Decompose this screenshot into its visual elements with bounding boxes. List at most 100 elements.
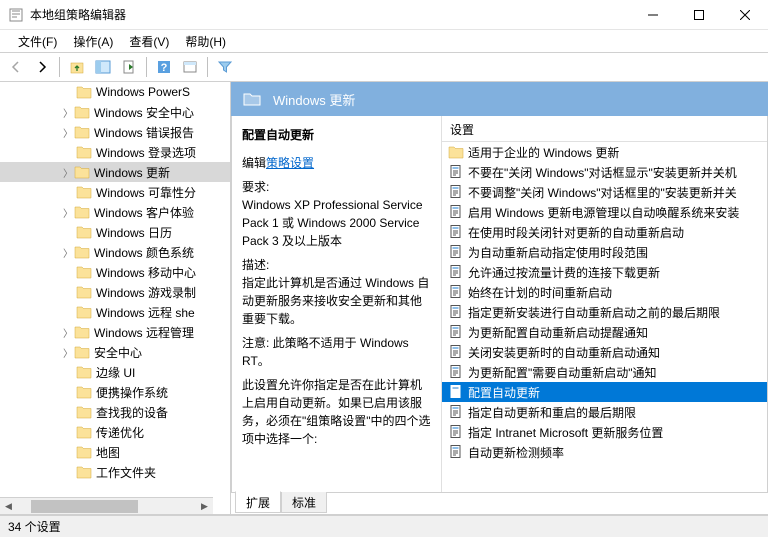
requirements-label: 要求: xyxy=(242,178,433,196)
note-text: 注意: 此策略不适用于 Windows RT。 xyxy=(242,334,433,370)
chevron-right-icon[interactable]: 〉 xyxy=(62,105,74,120)
setting-item[interactable]: 始终在计划的时间重新启动 xyxy=(442,282,767,302)
setting-item-label: 始终在计划的时间重新启动 xyxy=(468,284,612,301)
setting-item[interactable]: 适用于企业的 Windows 更新 xyxy=(442,142,767,162)
policy-icon xyxy=(448,204,464,220)
setting-item[interactable]: 为更新配置自动重新启动提醒通知 xyxy=(442,322,767,342)
tree-item-label: 边缘 UI xyxy=(96,364,135,381)
folder-icon xyxy=(76,85,92,99)
setting-item[interactable]: 关闭安装更新时的自动重新启动通知 xyxy=(442,342,767,362)
forward-button[interactable] xyxy=(30,55,54,79)
folder-icon xyxy=(76,145,92,159)
chevron-right-icon[interactable]: 〉 xyxy=(62,345,74,360)
tree-item[interactable]: 边缘 UI xyxy=(0,362,230,382)
tree-item-label: Windows 移动中心 xyxy=(96,264,196,281)
show-hide-tree-button[interactable] xyxy=(91,55,115,79)
setting-item-label: 指定更新安装进行自动重新启动之前的最后期限 xyxy=(468,304,720,321)
chevron-right-icon[interactable]: 〉 xyxy=(62,125,74,140)
chevron-right-icon[interactable]: 〉 xyxy=(62,165,74,180)
policy-icon xyxy=(448,284,464,300)
chevron-right-icon[interactable]: 〉 xyxy=(62,325,74,340)
policy-icon xyxy=(448,264,464,280)
folder-icon xyxy=(76,225,92,239)
tree-item[interactable]: 〉 Windows 客户体验 xyxy=(0,202,230,222)
export-button[interactable] xyxy=(117,55,141,79)
tab-extended[interactable]: 扩展 xyxy=(235,491,281,513)
tree-item[interactable]: Windows 可靠性分 xyxy=(0,182,230,202)
tree-item-label: 地图 xyxy=(96,444,120,461)
setting-item[interactable]: 为更新配置"需要自动重新启动"通知 xyxy=(442,362,767,382)
setting-item[interactable]: 在使用时段关闭针对更新的自动重新启动 xyxy=(442,222,767,242)
setting-item[interactable]: 指定自动更新和重启的最后期限 xyxy=(442,402,767,422)
setting-item[interactable]: 不要在"关闭 Windows"对话框显示"安装更新并关机 xyxy=(442,162,767,182)
main-area: Windows PowerS〉Windows 安全中心〉Windows 错误报告… xyxy=(0,82,768,515)
setting-item[interactable]: 自动更新检测频率 xyxy=(442,442,767,462)
setting-item-label: 在使用时段关闭针对更新的自动重新启动 xyxy=(468,224,684,241)
tree-item[interactable]: 〉Windows 错误报告 xyxy=(0,122,230,142)
folder-icon xyxy=(74,245,90,259)
properties-button[interactable] xyxy=(178,55,202,79)
policy-icon xyxy=(448,304,464,320)
chevron-right-icon[interactable]: 〉 xyxy=(62,205,74,220)
horizontal-scrollbar[interactable]: ◀▶ xyxy=(0,497,213,514)
tree-list[interactable]: Windows PowerS〉Windows 安全中心〉Windows 错误报告… xyxy=(0,82,230,497)
minimize-button[interactable] xyxy=(630,0,676,30)
tree-item-label: Windows 游戏录制 xyxy=(96,284,196,301)
menu-help[interactable]: 帮助(H) xyxy=(177,31,234,52)
policy-icon xyxy=(448,444,464,460)
tree-item-label: Windows 客户体验 xyxy=(94,204,194,221)
tree-item[interactable]: 传递优化 xyxy=(0,422,230,442)
tree-item[interactable]: Windows 登录选项 xyxy=(0,142,230,162)
tree-item-label: Windows 远程管理 xyxy=(94,324,194,341)
tree-item[interactable]: Windows PowerS xyxy=(0,82,230,102)
tree-item[interactable]: 地图 xyxy=(0,442,230,462)
menu-file[interactable]: 文件(F) xyxy=(10,31,65,52)
tree-item-label: 工作文件夹 xyxy=(96,464,156,481)
requirements-text: Windows XP Professional Service Pack 1 或… xyxy=(242,196,433,250)
folder-icon xyxy=(76,185,92,199)
chevron-right-icon[interactable]: 〉 xyxy=(62,245,74,260)
right-header: Windows 更新 xyxy=(231,82,768,116)
description-text: 指定此计算机是否通过 Windows 自动更新服务来接收安全更新和其他重要下载。 xyxy=(242,274,433,328)
setting-item[interactable]: 启用 Windows 更新电源管理以自动唤醒系统来安装 xyxy=(442,202,767,222)
close-button[interactable] xyxy=(722,0,768,30)
setting-item[interactable]: 指定 Intranet Microsoft 更新服务位置 xyxy=(442,422,767,442)
policy-icon xyxy=(448,164,464,180)
menu-action[interactable]: 操作(A) xyxy=(65,31,121,52)
setting-item[interactable]: 为自动重新启动指定使用时段范围 xyxy=(442,242,767,262)
edit-policy-link[interactable]: 策略设置 xyxy=(266,156,314,170)
tree-item[interactable]: 〉Windows 颜色系统 xyxy=(0,242,230,262)
tree-item[interactable]: Windows 移动中心 xyxy=(0,262,230,282)
policy-icon xyxy=(448,324,464,340)
tab-standard[interactable]: 标准 xyxy=(281,492,327,513)
tree-item[interactable]: 查找我的设备 xyxy=(0,402,230,422)
settings-list[interactable]: 适用于企业的 Windows 更新不要在"关闭 Windows"对话框显示"安装… xyxy=(442,142,767,492)
description-label: 描述: xyxy=(242,256,433,274)
up-button[interactable] xyxy=(65,55,89,79)
menubar: 文件(F) 操作(A) 查看(V) 帮助(H) xyxy=(0,30,768,52)
tree-item[interactable]: Windows 游戏录制 xyxy=(0,282,230,302)
settings-header[interactable]: 设置 xyxy=(442,116,767,142)
tree-item[interactable]: 〉Windows 安全中心 xyxy=(0,102,230,122)
tree-item[interactable]: Windows 日历 xyxy=(0,222,230,242)
tree-item[interactable]: Windows 远程 she xyxy=(0,302,230,322)
folder-icon xyxy=(243,91,261,107)
help-button[interactable]: ? xyxy=(152,55,176,79)
folder-icon xyxy=(76,265,92,279)
maximize-button[interactable] xyxy=(676,0,722,30)
setting-item[interactable]: 不要调整"关闭 Windows"对话框里的"安装更新并关 xyxy=(442,182,767,202)
setting-item[interactable]: 允许通过按流量计费的连接下载更新 xyxy=(442,262,767,282)
menu-view[interactable]: 查看(V) xyxy=(121,31,177,52)
tree-item[interactable]: 工作文件夹 xyxy=(0,462,230,482)
statusbar: 34 个设置 xyxy=(0,515,768,537)
tree-item[interactable]: 便携操作系统 xyxy=(0,382,230,402)
tree-item[interactable]: 〉 Windows 远程管理 xyxy=(0,322,230,342)
tree-item[interactable]: 〉安全中心 xyxy=(0,342,230,362)
tree-item[interactable]: 〉Windows 更新 xyxy=(0,162,230,182)
setting-item-label: 自动更新检测频率 xyxy=(468,444,564,461)
tree-item-label: Windows 日历 xyxy=(96,224,172,241)
setting-item[interactable]: 配置自动更新 xyxy=(442,382,767,402)
filter-button[interactable] xyxy=(213,55,237,79)
setting-item[interactable]: 指定更新安装进行自动重新启动之前的最后期限 xyxy=(442,302,767,322)
folder-icon xyxy=(74,105,90,119)
